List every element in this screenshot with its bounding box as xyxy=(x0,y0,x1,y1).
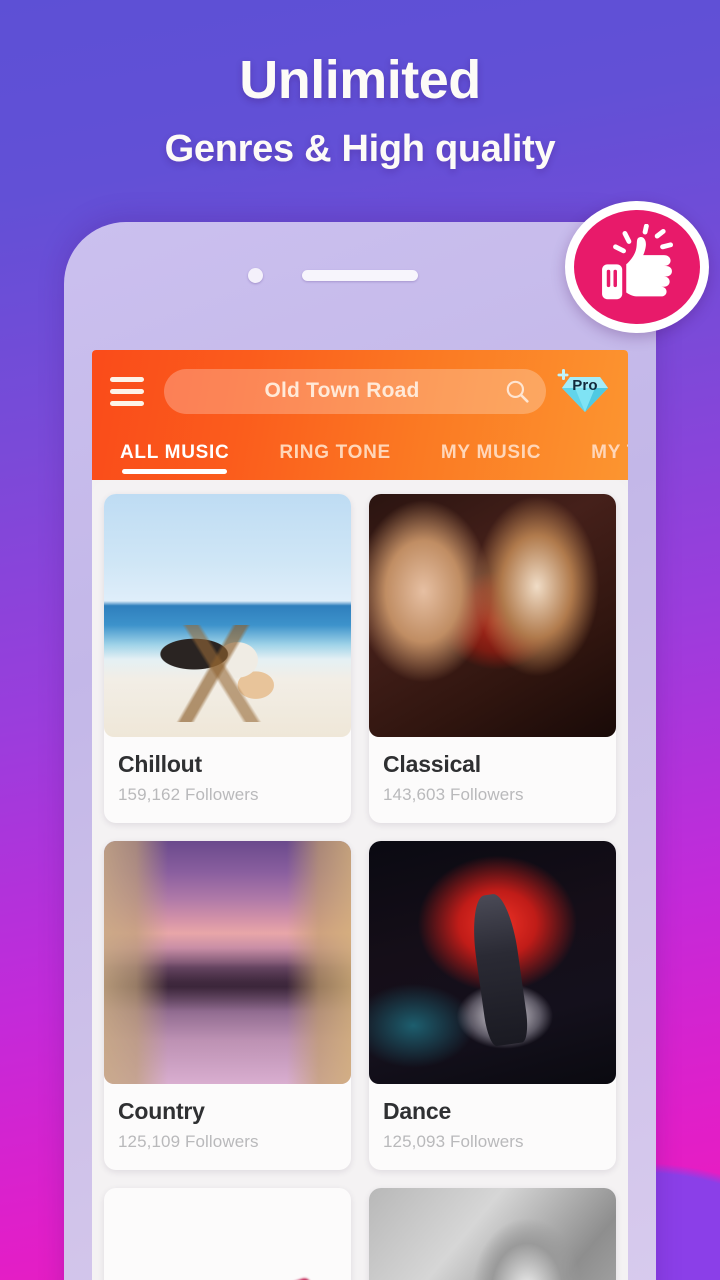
front-camera-dot-icon xyxy=(248,268,263,283)
tab-my-tones[interactable]: MY TONES xyxy=(591,442,628,470)
genre-artwork xyxy=(369,841,616,1084)
genre-artwork xyxy=(104,494,351,737)
genre-followers: 143,603 Followers xyxy=(383,785,524,804)
genre-artwork xyxy=(104,841,351,1084)
phone-mockup: Old Town Road Pro ALL MUSIC RING TONE MY… xyxy=(64,222,656,1280)
tab-ring-tone[interactable]: RING TONE xyxy=(279,442,391,470)
tab-bar: 00 ALL MUSIC RING TONE MY MUSIC MY TONES xyxy=(92,432,628,480)
tab-my-music[interactable]: MY MUSIC xyxy=(441,442,541,470)
search-input[interactable]: Old Town Road xyxy=(164,368,546,414)
promo-title: Unlimited xyxy=(239,50,481,110)
genre-card[interactable] xyxy=(104,1188,351,1280)
app-screen: Old Town Road Pro ALL MUSIC RING TONE MY… xyxy=(92,350,628,1280)
genre-followers: 125,093 Followers xyxy=(383,1132,524,1151)
hamburger-line xyxy=(110,388,144,394)
genre-card[interactable]: Chillout 159,162 Followers xyxy=(104,494,351,823)
thumbs-up-badge xyxy=(565,201,709,333)
content-sheet: Chillout 159,162 Followers Classical 143… xyxy=(92,480,628,1280)
hamburger-menu-icon[interactable] xyxy=(104,373,150,409)
promo-banner: Unlimited Genres & High quality xyxy=(0,52,720,170)
genre-card-body: Country 125,109 Followers xyxy=(104,1084,351,1170)
genre-card-body: Classical 143,603 Followers xyxy=(369,737,616,823)
genre-title: Chillout xyxy=(118,751,202,777)
genre-artwork xyxy=(369,494,616,737)
promo-subtitle: Genres & High quality xyxy=(164,127,556,170)
search-icon[interactable] xyxy=(504,378,530,404)
thumbs-up-circle xyxy=(565,201,709,333)
genre-grid: Chillout 159,162 Followers Classical 143… xyxy=(104,494,616,1280)
genre-card-body: Chillout 159,162 Followers xyxy=(104,737,351,823)
genre-artwork xyxy=(104,1188,351,1280)
genre-card[interactable]: Dance 125,093 Followers xyxy=(369,841,616,1170)
genre-title: Dance xyxy=(383,1098,452,1124)
pro-upgrade-button[interactable]: Pro xyxy=(556,365,614,417)
genre-card-body: Dance 125,093 Followers xyxy=(369,1084,616,1170)
thumbs-up-icon xyxy=(602,224,674,300)
hamburger-line xyxy=(110,400,144,406)
search-input-value: Old Town Road xyxy=(264,379,420,402)
genre-title: Classical xyxy=(383,751,481,777)
genre-followers: 159,162 Followers xyxy=(118,785,259,804)
hamburger-line xyxy=(110,376,144,382)
pro-label: Pro xyxy=(572,377,598,394)
genre-card[interactable]: Classical 143,603 Followers xyxy=(369,494,616,823)
genre-card[interactable]: Country 125,109 Followers xyxy=(104,841,351,1170)
genre-artwork xyxy=(369,1188,616,1280)
genre-card[interactable] xyxy=(369,1188,616,1280)
earpiece-speaker-icon xyxy=(302,270,418,281)
genre-title: Country xyxy=(118,1098,205,1124)
app-header-row: Old Town Road Pro xyxy=(92,350,628,432)
app-header: Old Town Road Pro ALL MUSIC RING TONE MY… xyxy=(92,350,628,480)
tab-all-music[interactable]: ALL MUSIC xyxy=(120,442,229,474)
genre-followers: 125,109 Followers xyxy=(118,1132,259,1151)
